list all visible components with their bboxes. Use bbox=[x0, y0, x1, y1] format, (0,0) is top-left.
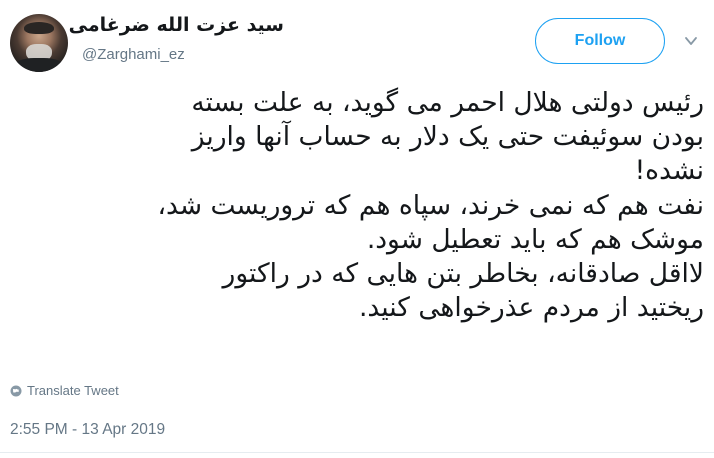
follow-button[interactable]: Follow bbox=[535, 18, 665, 64]
tweet-line: بودن سوئیفت حتی یک دلار به حساب آنها وار… bbox=[191, 121, 704, 153]
tweet-timestamp[interactable]: 2:55 PM - 13 Apr 2019 bbox=[10, 421, 165, 439]
globe-icon bbox=[10, 385, 22, 396]
divider bbox=[0, 452, 714, 453]
tweet-line: نفت هم که نمی خرند، سپاه هم که تروریست ش… bbox=[157, 189, 704, 221]
avatar-coat bbox=[14, 58, 64, 72]
tweet-line: لااقل صادقانه، بخاطر بتن هایی که در راکت… bbox=[222, 258, 704, 290]
tweet-line: نشده! bbox=[634, 155, 704, 187]
tweet-line: موشک هم که باید تعطیل شود. bbox=[366, 223, 704, 255]
tweet-text: رئیس دولتی هلال احمر می گوید، به علت بست… bbox=[14, 86, 704, 325]
author-display-name[interactable]: سید عزت الله ضرغامی bbox=[69, 14, 284, 36]
tweet-line: رئیس دولتی هلال احمر می گوید، به علت بست… bbox=[191, 87, 704, 118]
tweet-line: ریختید از مردم عذرخواهی کنید. bbox=[358, 292, 704, 324]
translate-tweet-link[interactable]: Translate Tweet bbox=[10, 383, 119, 398]
chevron-down-icon[interactable] bbox=[684, 34, 698, 48]
avatar[interactable] bbox=[10, 14, 68, 72]
avatar-hair bbox=[24, 22, 54, 34]
author-handle[interactable]: @Zarghami_ez bbox=[82, 46, 185, 63]
translate-tweet-label[interactable]: Translate Tweet bbox=[27, 383, 119, 398]
